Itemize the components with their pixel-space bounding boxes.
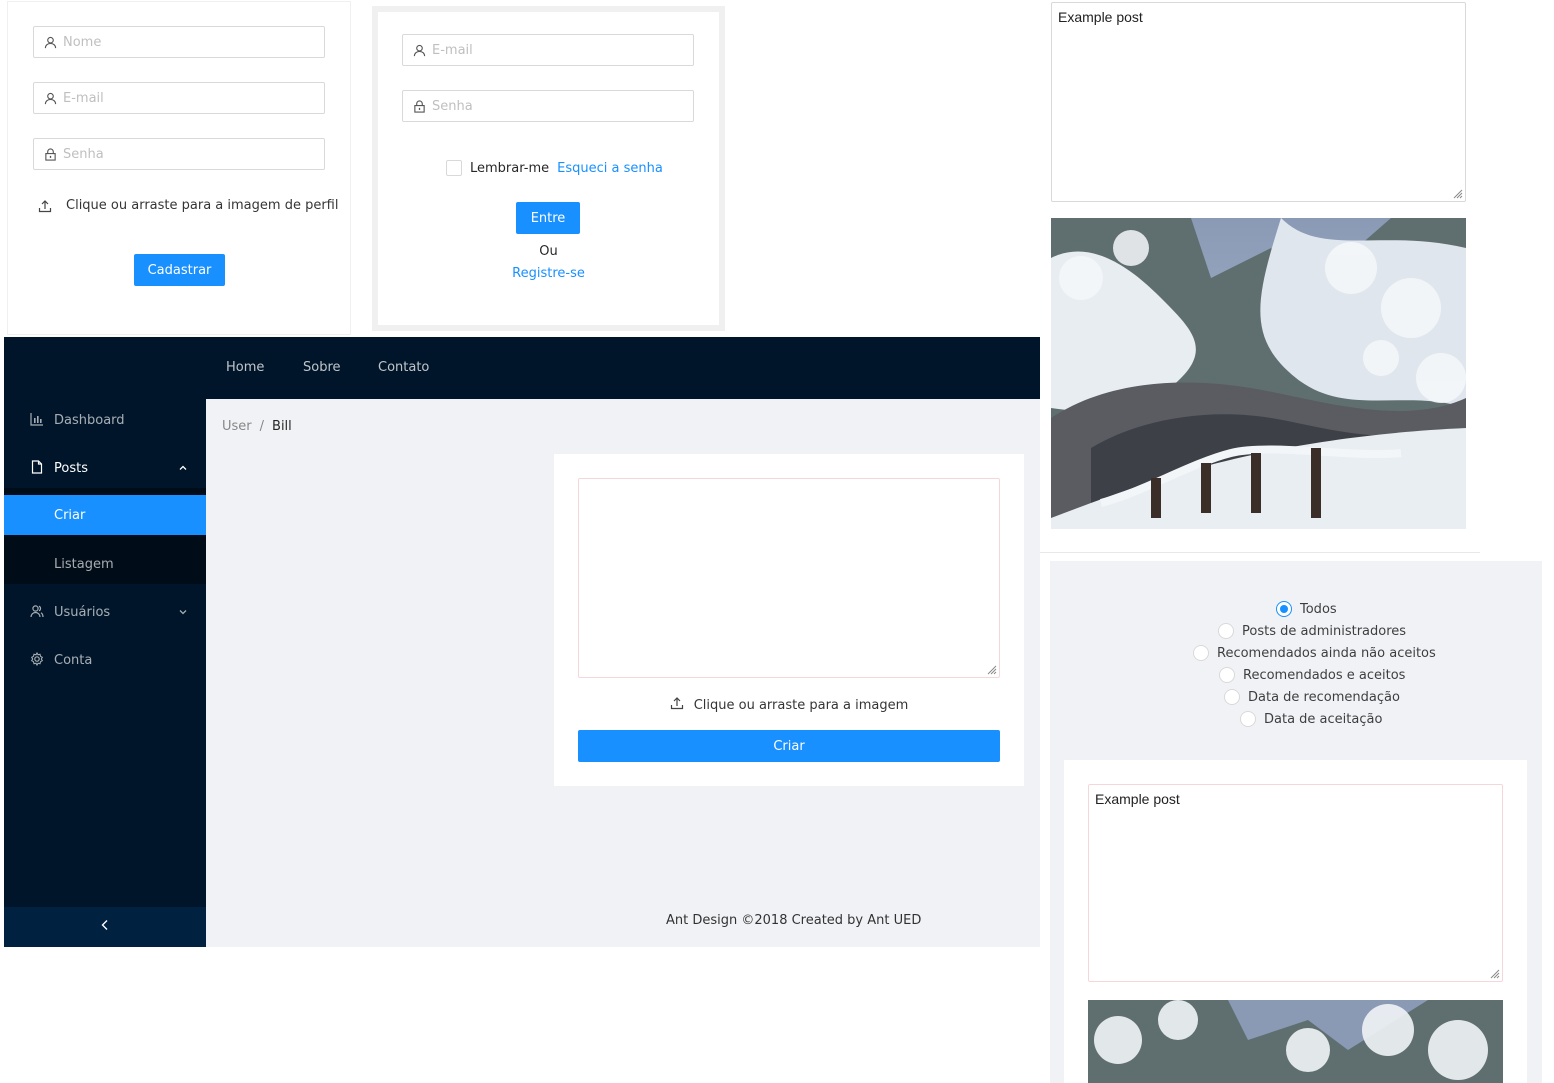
bar-chart-icon	[30, 412, 44, 426]
chevron-down-icon	[178, 606, 188, 621]
radio-button[interactable]	[1218, 623, 1234, 639]
nav-contato[interactable]: Contato	[378, 360, 429, 375]
post-textarea[interactable]	[578, 478, 1000, 678]
register-link[interactable]: Registre-se	[378, 266, 719, 281]
filter-option-label: Recomendados e aceitos	[1243, 667, 1406, 683]
upload-icon	[670, 696, 684, 714]
login-card: E-mail Senha Lembrar-me Esqueci a senha …	[372, 6, 725, 331]
sidebar-item-label: Listagem	[54, 556, 114, 572]
sidebar-item-listagem[interactable]: Listagem	[4, 544, 206, 584]
create-post-card: Clique ou arraste para a imagem Criar	[554, 454, 1024, 786]
login-password-field[interactable]: Senha	[402, 90, 694, 122]
password-field[interactable]: Senha	[33, 138, 325, 170]
sidebar-item-label: Conta	[54, 652, 93, 668]
filter-option-admin-posts[interactable]: Posts de administradores	[1218, 623, 1406, 639]
user-icon	[413, 44, 426, 57]
header: Home Sobre Contato	[206, 337, 1040, 399]
login-button[interactable]: Entre	[516, 202, 580, 234]
chevron-up-icon	[178, 462, 188, 477]
upload-label: Clique ou arraste para a imagem de perfi…	[66, 198, 339, 213]
email-field[interactable]: E-mail	[33, 82, 325, 114]
sidebar-item-label: Posts	[54, 460, 88, 476]
sidebar-collapse-trigger[interactable]	[4, 907, 206, 947]
resize-grip-icon[interactable]	[1451, 187, 1463, 199]
user-icon	[44, 36, 57, 49]
sidebar: Dashboard Posts Criar Listagem Usuários …	[4, 337, 206, 947]
filter-option-label: Data de aceitação	[1264, 711, 1383, 727]
post-card-textarea[interactable]: Example post	[1088, 784, 1503, 982]
remember-label[interactable]: Lembrar-me	[470, 161, 549, 176]
radio-button[interactable]	[1276, 601, 1292, 617]
gear-icon	[30, 651, 44, 667]
filter-option-recommendation-date[interactable]: Data de recomendação	[1224, 689, 1400, 705]
post-card: Example post	[1064, 760, 1527, 1083]
email-placeholder: E-mail	[63, 90, 104, 106]
filter-option-label: Todos	[1300, 601, 1337, 617]
chevron-left-icon	[100, 919, 110, 935]
sidebar-item-criar[interactable]: Criar	[4, 495, 206, 535]
divider	[1040, 552, 1480, 553]
post-preview-image	[1051, 218, 1466, 529]
nav-sobre[interactable]: Sobre	[303, 360, 341, 375]
password-placeholder: Senha	[63, 146, 104, 162]
breadcrumb-item-user[interactable]: User	[222, 419, 252, 434]
filter-option-label: Posts de administradores	[1242, 623, 1407, 639]
resize-grip-icon[interactable]	[985, 663, 997, 675]
sidebar-item-label: Criar	[54, 507, 86, 523]
register-card: Nome E-mail Senha Clique ou arraste para…	[8, 2, 350, 334]
remember-checkbox[interactable]	[446, 160, 462, 176]
forgot-password-link[interactable]: Esqueci a senha	[557, 161, 663, 176]
name-field[interactable]: Nome	[33, 26, 325, 58]
breadcrumb: User / Bill	[222, 419, 292, 434]
sidebar-item-usuarios[interactable]: Usuários	[4, 592, 206, 632]
post-card-text: Example post	[1095, 791, 1180, 807]
radio-button[interactable]	[1219, 667, 1235, 683]
filter-option-label: Recomendados ainda não aceitos	[1217, 645, 1436, 661]
radio-button[interactable]	[1193, 645, 1209, 661]
filter-option-acceptance-date[interactable]: Data de aceitação	[1240, 711, 1382, 727]
radio-button[interactable]	[1240, 711, 1256, 727]
sidebar-item-label: Dashboard	[54, 412, 125, 428]
post-image-upload[interactable]: Clique ou arraste para a imagem	[554, 696, 1024, 714]
name-placeholder: Nome	[63, 34, 102, 50]
profile-image-upload[interactable]: Clique ou arraste para a imagem de perfi…	[38, 198, 338, 213]
file-icon	[30, 460, 44, 474]
lock-icon	[44, 147, 57, 161]
post-card-image	[1088, 1000, 1503, 1083]
content-area: User / Bill Clique ou arraste para a ima…	[206, 399, 1040, 947]
sidebar-item-dashboard[interactable]: Dashboard	[4, 400, 206, 440]
breadcrumb-separator: /	[259, 419, 265, 434]
create-post-button[interactable]: Criar	[578, 730, 1000, 762]
post-preview-text: Example post	[1058, 9, 1143, 25]
sidebar-item-posts[interactable]: Posts	[4, 448, 206, 488]
post-preview-textarea[interactable]: Example post	[1051, 2, 1466, 202]
radio-button[interactable]	[1224, 689, 1240, 705]
filter-option-recommended-pending[interactable]: Recomendados ainda não aceitos	[1193, 645, 1436, 661]
login-email-placeholder: E-mail	[432, 42, 473, 58]
remember-row: Lembrar-me Esqueci a senha	[446, 160, 663, 176]
register-button[interactable]: Cadastrar	[134, 254, 225, 286]
nav-home[interactable]: Home	[226, 360, 264, 375]
login-email-field[interactable]: E-mail	[402, 34, 694, 66]
filter-option-recommended-accepted[interactable]: Recomendados e aceitos	[1219, 667, 1405, 683]
posts-list-panel: Todos Posts de administradores Recomenda…	[1050, 561, 1542, 1083]
sidebar-item-label: Usuários	[54, 604, 111, 620]
users-icon	[30, 604, 44, 618]
lock-icon	[413, 99, 426, 113]
breadcrumb-item-bill: Bill	[272, 419, 292, 434]
upload-label: Clique ou arraste para a imagem	[693, 697, 909, 713]
login-password-placeholder: Senha	[432, 98, 473, 114]
filter-option-todos[interactable]: Todos	[1276, 601, 1337, 617]
upload-icon	[38, 199, 52, 213]
user-icon	[44, 92, 57, 105]
or-label: Ou	[539, 244, 558, 259]
filter-option-label: Data de recomendação	[1248, 689, 1400, 705]
sidebar-item-conta[interactable]: Conta	[4, 640, 206, 680]
footer: Ant Design ©2018 Created by Ant UED	[666, 913, 922, 928]
resize-grip-icon[interactable]	[1488, 967, 1500, 979]
